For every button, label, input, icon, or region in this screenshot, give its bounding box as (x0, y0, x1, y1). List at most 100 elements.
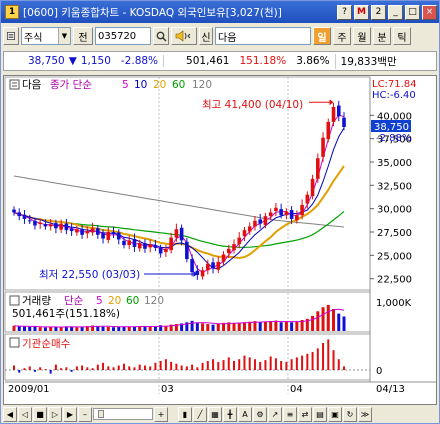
vol-period-60: 60 (126, 295, 139, 307)
inst-bar (274, 358, 277, 370)
maximize-button[interactable]: □ (405, 4, 420, 20)
inst-bar (301, 355, 304, 370)
volume-panel-label: 거래량 (22, 295, 51, 307)
candle-body (169, 237, 173, 251)
inst-bar (264, 360, 267, 370)
period-tick-button[interactable]: 틱 (393, 27, 411, 45)
volume-bar (38, 327, 42, 331)
market-type-select[interactable]: 주식 ▼ (21, 27, 71, 45)
candle-body (22, 214, 27, 219)
candle-body (69, 228, 74, 232)
scroll-next-icon[interactable]: ▷ (48, 406, 62, 422)
candle-body (12, 209, 16, 213)
volume-bar (28, 326, 32, 331)
price-panel-name: 다음 (22, 79, 42, 91)
chart-area[interactable]: 다음 종가 단순 5 10 20 60 120 LC:71.84 HC:-6.4… (3, 75, 437, 405)
candle-type-icon[interactable]: ▮ (178, 406, 192, 422)
save-icon[interactable]: ▣ (328, 406, 342, 422)
period-minute-button[interactable]: 분 (373, 27, 391, 45)
scroll-last-icon[interactable]: ▶ (63, 406, 77, 422)
zoom-in-icon[interactable]: + (154, 406, 168, 422)
period-day-button[interactable]: 일 (313, 27, 331, 45)
market-type-value: 주식 (24, 32, 43, 44)
candle-body (111, 232, 116, 234)
title-bar[interactable]: 1 [0600] 키움종합차트 - KOSDAQ 외국인보유[3,027(천)]… (1, 1, 439, 23)
inst-panel-menu-icon[interactable] (9, 337, 20, 348)
inst-bar (102, 362, 105, 370)
inst-bar (170, 361, 173, 370)
chart-menu-icon[interactable] (3, 27, 19, 45)
volume-bar (216, 323, 220, 331)
candle-body (143, 243, 147, 249)
period-week-button[interactable]: 주 (333, 27, 351, 45)
stop-icon[interactable]: ■ (33, 406, 47, 422)
crosshair-icon[interactable]: ╋ (223, 406, 237, 422)
inst-bar (337, 359, 340, 370)
candle-body (336, 105, 341, 117)
screen-2-button[interactable]: 2 (371, 4, 386, 20)
inst-bar (154, 362, 157, 370)
print-icon[interactable]: ▤ (313, 406, 327, 422)
candle-body (185, 241, 189, 260)
inst-bar (295, 357, 298, 370)
inst-bar (112, 367, 115, 370)
minimize-button[interactable]: _ (388, 4, 403, 20)
volume-bar (201, 323, 205, 331)
settings-icon[interactable]: ⚙ (253, 406, 267, 422)
candle-body (316, 158, 320, 179)
inst-bar (227, 357, 230, 370)
stock-code-input[interactable]: 035720 (95, 27, 151, 45)
fibo-icon[interactable]: ≡ (283, 406, 297, 422)
volume-bar (49, 326, 53, 331)
candle-body (206, 263, 210, 271)
all-button[interactable]: 전 (73, 27, 93, 45)
inst-bar (185, 366, 188, 370)
volume-panel-menu-icon[interactable] (9, 295, 20, 306)
inst-bar (269, 356, 272, 370)
inst-bar (107, 366, 110, 370)
ma-period-10: 10 (134, 79, 147, 91)
period-month-button[interactable]: 월 (353, 27, 371, 45)
candle-body (274, 207, 278, 211)
inst-bar (290, 359, 293, 370)
candle-body (85, 231, 90, 234)
volume-bar (295, 321, 299, 331)
volume-bar (279, 322, 283, 331)
scroll-prev-icon[interactable]: ◁ (18, 406, 32, 422)
y-tick-label: 27,500 (377, 228, 412, 239)
vol-period-20: 20 (108, 295, 121, 307)
volume-bar (284, 321, 288, 331)
volume-bar (274, 320, 278, 331)
search-icon[interactable] (153, 27, 169, 45)
volume-bar (101, 326, 105, 331)
menu-more-icon[interactable]: ≫ (358, 406, 372, 422)
zoom-out-icon[interactable]: – (78, 406, 92, 422)
text-tool-icon[interactable]: A (238, 406, 252, 422)
mark-button[interactable]: M (354, 4, 369, 20)
line-type-icon[interactable]: ╱ (193, 406, 207, 422)
current-price: 38,750 (28, 55, 65, 67)
stock-name-field[interactable]: 다음 (215, 27, 311, 45)
candle-body (237, 237, 242, 245)
inst-bar (143, 365, 146, 370)
help-button[interactable]: ? (337, 4, 352, 20)
zoom-slider-thumb[interactable] (98, 410, 104, 418)
candle-body (342, 117, 346, 127)
compare-icon[interactable]: ⇄ (298, 406, 312, 422)
close-button[interactable]: × (422, 4, 437, 20)
chart-canvas[interactable]: 다음 종가 단순 5 10 20 60 120 LC:71.84 HC:-6.4… (4, 76, 436, 404)
refresh-icon[interactable]: ↻ (343, 406, 357, 422)
trend-line-icon[interactable]: ↗ (268, 406, 282, 422)
grid-toggle-icon[interactable]: ▦ (208, 406, 222, 422)
candle-body (75, 229, 79, 233)
scroll-first-icon[interactable]: ◀ (3, 406, 17, 422)
candle-body (253, 220, 257, 227)
sound-icon[interactable] (171, 27, 197, 45)
x-label-04-13: 04/13 (376, 384, 405, 395)
inst-y-tick: 0 (376, 366, 382, 377)
candle-body (96, 228, 100, 235)
panel-menu-icon[interactable] (9, 79, 20, 90)
current-price-tag-pct: -2.88% (376, 133, 411, 144)
inst-bar (138, 364, 141, 370)
zoom-slider[interactable] (93, 408, 153, 420)
